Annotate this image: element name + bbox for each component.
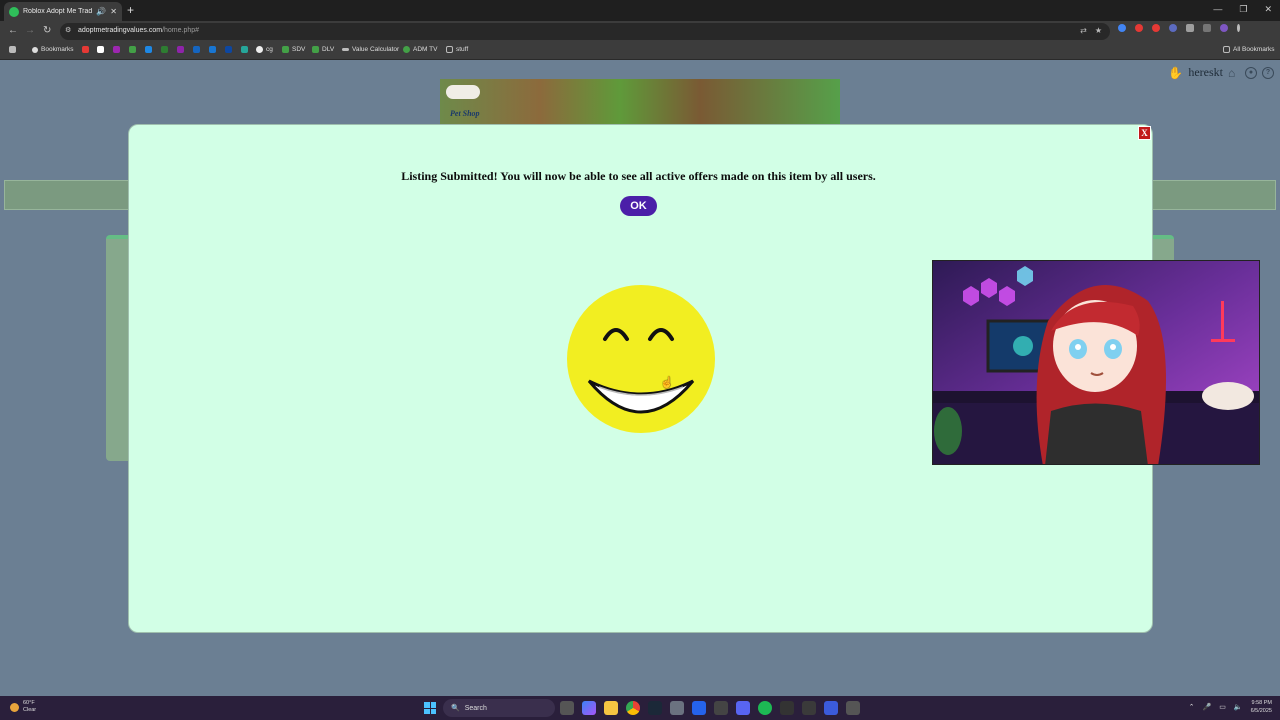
extension-icon[interactable] — [1152, 24, 1160, 32]
bookmarks-bar: Bookmarks cg SDV DLV Value Calculator AD… — [0, 42, 1280, 60]
bookmark-star-icon[interactable]: ★ — [1095, 26, 1102, 35]
hero-banner-text: Pet Shop — [450, 109, 480, 118]
apps-icon[interactable] — [9, 46, 16, 53]
ok-button[interactable]: OK — [620, 196, 657, 216]
vtuber-avatar-icon — [933, 261, 1259, 464]
bookmark-item[interactable] — [193, 46, 200, 53]
user-bar: ✋ hereskt ⌂ ● ? — [1168, 65, 1274, 80]
close-window-icon[interactable]: ✕ — [1264, 4, 1272, 15]
extension-icon[interactable] — [1135, 24, 1143, 32]
taskbar-apps — [560, 701, 860, 715]
extension-icon[interactable] — [1118, 24, 1126, 32]
bookmark-item[interactable] — [129, 46, 136, 53]
hand-wave-icon: ✋ — [1168, 65, 1184, 80]
bookmark-item[interactable]: Bookmarks — [32, 46, 74, 53]
app-icon[interactable] — [824, 701, 838, 715]
close-tab-icon[interactable]: ✕ — [110, 7, 117, 16]
app-icon[interactable] — [802, 701, 816, 715]
bookmark-item[interactable]: cg — [256, 46, 273, 53]
smiley-face-icon — [567, 285, 715, 433]
task-view-icon[interactable] — [560, 701, 574, 715]
new-tab-button[interactable]: + — [127, 3, 134, 17]
microphone-icon[interactable]: 🎤 — [1203, 703, 1212, 711]
bookmark-item[interactable] — [82, 46, 89, 53]
hand-cursor-icon: ☝ — [660, 377, 674, 389]
volume-icon[interactable]: 🔈 — [1234, 703, 1243, 711]
bookmark-item[interactable] — [161, 46, 168, 53]
bookmark-item[interactable] — [177, 46, 184, 53]
app-icon[interactable] — [692, 701, 706, 715]
bookmark-item[interactable]: ADM TV — [403, 46, 437, 53]
search-icon: 🔍 — [451, 705, 460, 712]
browser-tab-bar: Roblox Adopt Me Trading V 🔊 ✕ + — ❐ ✕ — [0, 0, 1280, 21]
browser-tab[interactable]: Roblox Adopt Me Trading V 🔊 ✕ — [4, 2, 122, 21]
url-text: adoptmetradingvalues.com/home.php# — [78, 27, 200, 34]
bookmark-item[interactable] — [241, 46, 248, 53]
bookmark-item[interactable] — [97, 46, 104, 53]
bookmark-item[interactable]: DLV — [312, 46, 334, 53]
site-favicon-icon — [9, 6, 19, 17]
weather-widget[interactable]: 60°F Clear — [10, 700, 36, 714]
modal-message: Listing Submitted! You will now be able … — [401, 169, 876, 183]
bone-icon — [446, 85, 480, 99]
extension-icon[interactable] — [1169, 24, 1177, 32]
discord-icon[interactable] — [736, 701, 750, 715]
bookmark-item[interactable] — [145, 46, 152, 53]
minimize-icon[interactable]: — — [1213, 4, 1222, 15]
reload-icon[interactable]: ↻ — [43, 25, 51, 36]
address-bar[interactable]: ⚙ adoptmetradingvalues.com/home.php# ⇄ ★ — [60, 23, 1110, 40]
app-icon[interactable] — [714, 701, 728, 715]
app-icon[interactable] — [846, 701, 860, 715]
browser-toolbar: ← → ↻ ⚙ adoptmetradingvalues.com/home.ph… — [0, 21, 1280, 42]
taskbar-search[interactable]: 🔍 Search — [443, 699, 555, 717]
spotify-icon[interactable] — [758, 701, 772, 715]
restore-icon[interactable]: ❐ — [1239, 4, 1247, 15]
bookmark-item[interactable] — [209, 46, 216, 53]
search-label: Search — [464, 704, 487, 712]
modal-close-button[interactable]: X — [1138, 126, 1151, 140]
chrome-icon[interactable] — [626, 701, 640, 715]
site-info-icon[interactable]: ⚙ — [65, 26, 71, 34]
username[interactable]: hereskt — [1188, 65, 1223, 80]
tab-title: Roblox Adopt Me Trading V — [23, 8, 93, 15]
weather-text: 60°F Clear — [23, 700, 37, 713]
app-icon[interactable] — [780, 701, 794, 715]
streamer-avatar-overlay — [932, 260, 1260, 465]
bookmark-item[interactable]: Value Calculator — [342, 46, 399, 53]
help-icon[interactable]: ? — [1262, 66, 1274, 79]
windows-start-icon[interactable] — [424, 702, 436, 714]
home-icon[interactable]: ⌂ — [1228, 67, 1240, 79]
sidepanel-icon[interactable] — [1203, 24, 1211, 32]
bookmark-item[interactable] — [113, 46, 120, 53]
copilot-icon[interactable] — [582, 701, 596, 715]
address-bar-actions: ⇄ ★ — [1080, 26, 1102, 35]
all-bookmarks-folder[interactable]: All Bookmarks — [1223, 46, 1275, 53]
app-icon[interactable] — [670, 701, 684, 715]
back-icon[interactable]: ← — [8, 25, 18, 36]
windows-taskbar: 60°F Clear 🔍 Search ⌃ 🎤 ▭ 🔈 9:58 PM 6/5/… — [0, 696, 1280, 720]
file-explorer-icon[interactable] — [604, 701, 618, 715]
clock[interactable]: 9:58 PM 6/5/2025 — [1251, 699, 1272, 715]
translate-icon[interactable]: ⇄ — [1080, 26, 1087, 35]
extension-icons — [1118, 24, 1240, 32]
weather-moon-icon — [10, 702, 19, 712]
menu-icon[interactable] — [1237, 24, 1240, 32]
user-profile-icon[interactable]: ● — [1245, 66, 1257, 79]
bookmark-item[interactable]: SDV — [282, 46, 305, 53]
hero-banner-image: Pet Shop — [440, 79, 840, 129]
display-icon[interactable]: ▭ — [1219, 703, 1226, 711]
forward-icon[interactable]: → — [25, 25, 35, 36]
profile-avatar-icon[interactable] — [1220, 24, 1228, 32]
window-controls: — ❐ ✕ — [1213, 4, 1272, 15]
system-tray: ⌃ 🎤 ▭ 🔈 9:58 PM 6/5/2025 — [1189, 699, 1272, 715]
bookmark-item[interactable] — [225, 46, 232, 53]
speaker-icon[interactable]: 🔊 — [96, 7, 106, 16]
bookmark-folder[interactable]: stuff — [446, 46, 468, 53]
web-page: Pet Shop ✋ hereskt ⌂ ● ? X Listing Submi… — [0, 60, 1280, 696]
puzzle-icon[interactable] — [1186, 24, 1194, 32]
steam-icon[interactable] — [648, 701, 662, 715]
chevron-up-icon[interactable]: ⌃ — [1189, 703, 1195, 711]
